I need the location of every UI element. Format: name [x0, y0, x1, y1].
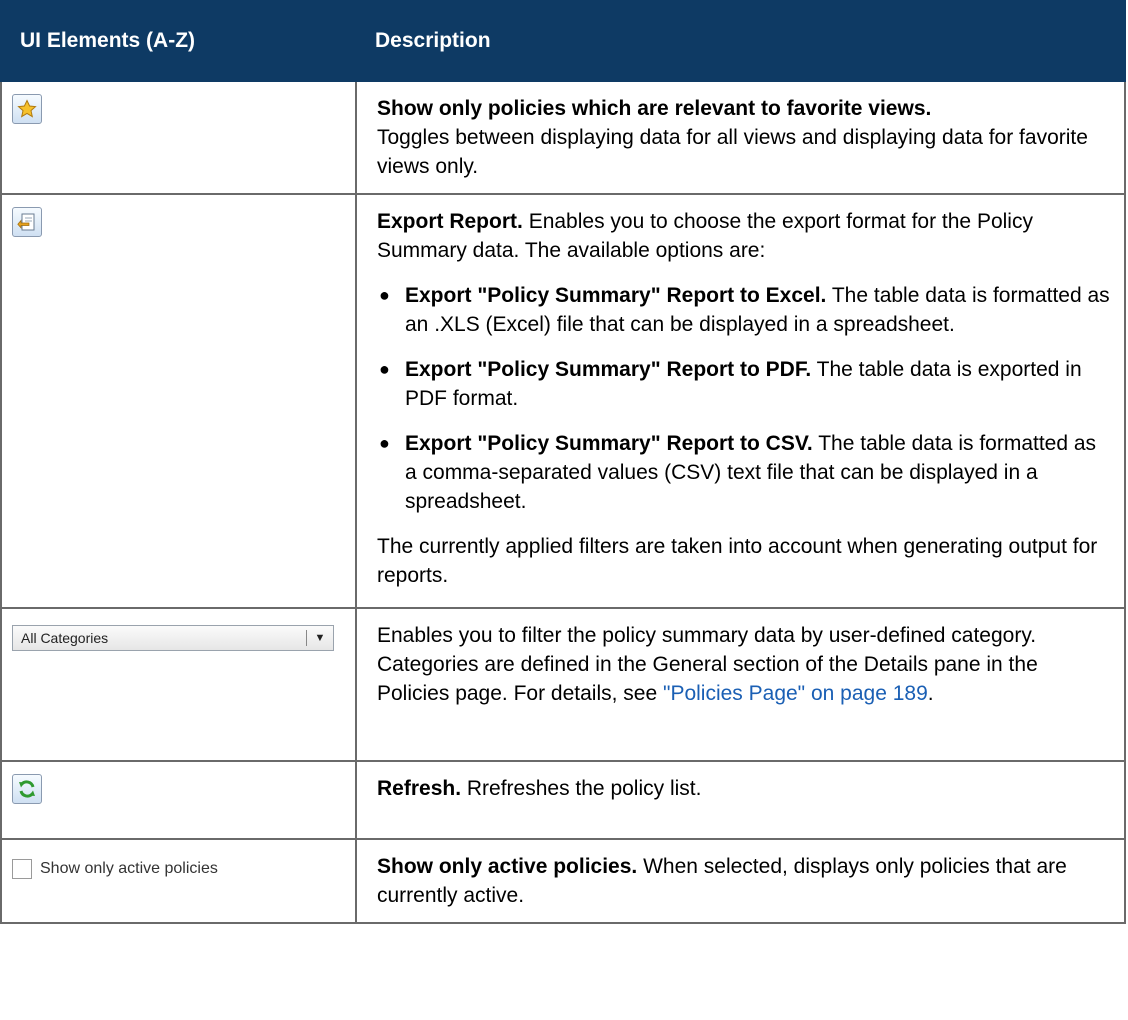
refresh-icon[interactable]: [12, 774, 42, 804]
ui-element-cell: [0, 193, 357, 609]
chevron-down-icon[interactable]: ▼: [306, 630, 333, 646]
export-options-list: ● Export "Policy Summary" Report to Exce…: [377, 281, 1110, 516]
item-text: Rrefreshes the policy list.: [466, 777, 702, 800]
ui-element-cell: Show only active policies: [0, 838, 357, 924]
list-item: ● Export "Policy Summary" Report to Exce…: [379, 284, 1110, 336]
item-title: Export Report.: [377, 210, 523, 233]
policies-page-link[interactable]: "Policies Page" on page 189: [663, 682, 928, 705]
ui-element-cell: [0, 80, 357, 195]
option-title: Export "Policy Summary" Report to Excel.: [405, 284, 827, 307]
item-text: Toggles between displaying data for all …: [377, 126, 1088, 178]
item-title: Show only active policies.: [377, 855, 638, 878]
table-row: Refresh. Rrefreshes the policy list.: [0, 760, 1126, 840]
checkbox[interactable]: [12, 858, 32, 879]
description-cell: Export Report. Enables you to choose the…: [355, 193, 1126, 609]
column-header-ui-elements: UI Elements (A-Z): [0, 0, 357, 82]
description-cell: Show only active policies. When selected…: [355, 838, 1126, 924]
ui-element-cell: [0, 760, 357, 840]
list-item: ● Export "Policy Summary" Report to PDF.…: [379, 358, 1082, 410]
export-report-icon[interactable]: [12, 207, 42, 237]
ui-element-cell: All Categories ▼: [0, 607, 357, 762]
description-cell: Show only policies which are relevant to…: [355, 80, 1126, 195]
export-note: The currently applied filters are taken …: [377, 535, 1098, 587]
active-policies-checkbox[interactable]: Show only active policies: [12, 854, 343, 883]
checkbox-label: Show only active policies: [40, 860, 218, 877]
star-favorite-icon[interactable]: [12, 94, 42, 124]
table-header-row: UI Elements (A-Z) Description: [0, 0, 1126, 82]
dropdown-value: All Categories: [21, 629, 109, 646]
list-item: ● Export "Policy Summary" Report to CSV.…: [379, 432, 1097, 513]
table-row: Show only active policies Show only acti…: [0, 838, 1126, 924]
item-title: Refresh.: [377, 777, 462, 800]
table-row: Export Report. Enables you to choose the…: [0, 193, 1126, 609]
description-cell: Refresh. Rrefreshes the policy list.: [355, 760, 1126, 840]
item-title: Show only policies which are relevant to…: [377, 97, 932, 120]
table-row: All Categories ▼ Enables you to filter t…: [0, 607, 1126, 762]
column-header-description: Description: [355, 0, 1126, 82]
option-title: Export "Policy Summary" Report to PDF.: [405, 358, 812, 381]
table-row: Show only policies which are relevant to…: [0, 80, 1126, 195]
description-cell: Enables you to filter the policy summary…: [355, 607, 1126, 762]
option-title: Export "Policy Summary" Report to CSV.: [405, 432, 813, 455]
category-dropdown[interactable]: All Categories ▼: [12, 625, 334, 651]
ui-elements-table: UI Elements (A-Z) Description Show only …: [0, 0, 1126, 924]
